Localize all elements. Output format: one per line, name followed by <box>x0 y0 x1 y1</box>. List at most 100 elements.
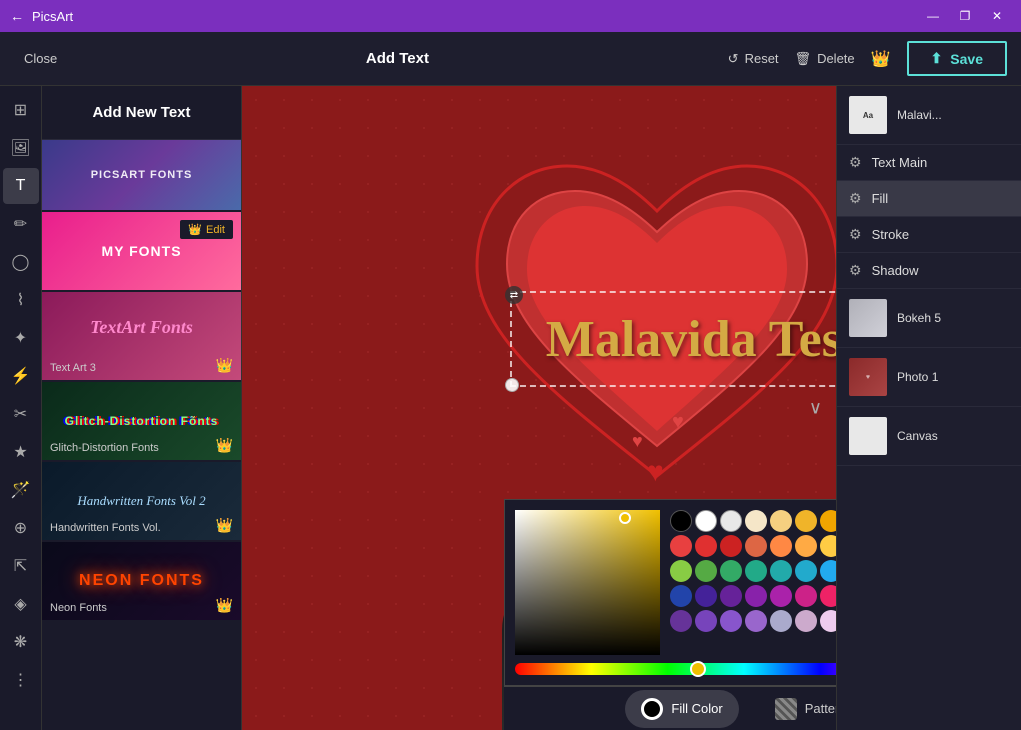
swatch-g1[interactable] <box>670 560 692 582</box>
swatch-r3[interactable] <box>720 535 742 557</box>
shadow-gear-icon: ⚙ <box>849 262 862 279</box>
photo1-layer-item[interactable]: ♥ Photo 1 <box>837 348 1021 407</box>
swatch-p7[interactable] <box>820 610 836 632</box>
swatch-b7[interactable] <box>820 585 836 607</box>
tool-wand[interactable]: 🪄 <box>3 472 39 508</box>
canvas-area[interactable]: ♥ ♥ ♥ Malavida Test ⇄ ↻ ↻ ∨ 360° <box>242 86 836 730</box>
gradient-handle[interactable] <box>619 512 631 524</box>
scale-bl-handle[interactable] <box>505 378 519 392</box>
glitch-crown-icon: 👑 <box>216 437 233 454</box>
fill-item[interactable]: ⚙ Fill <box>837 181 1021 217</box>
tool-effects[interactable]: ✦ <box>3 320 39 356</box>
textart-fonts-card[interactable]: TextArt Fonts Text Art 3 👑 <box>42 292 241 382</box>
canvas-layer-item[interactable]: Canvas <box>837 407 1021 466</box>
tool-more[interactable]: ⋮ <box>3 662 39 698</box>
neon-fonts-card[interactable]: NEON FONTS 👑 Neon Fonts <box>42 542 241 622</box>
my-fonts-card[interactable]: MY FONTS 👑 Edit <box>42 212 241 292</box>
swatch-p2[interactable] <box>695 610 717 632</box>
text-layer-item[interactable]: Aa Malavi... <box>837 86 1021 145</box>
swatch-g6[interactable] <box>795 560 817 582</box>
fill-color-tab[interactable]: Fill Color <box>625 690 738 728</box>
swatch-row-4 <box>670 585 836 607</box>
add-new-text-button[interactable]: Add New Text <box>42 86 241 140</box>
tool-icons-panel: ⊞ 🖼 T ✏ ◯ ⌇ ✦ ⚡ ✂ ★ 🪄 ⊕ ⇱ ◈ ❋ ⋮ <box>0 86 42 730</box>
tool-sticker[interactable]: ★ <box>3 434 39 470</box>
selected-text: Malavida Test <box>546 310 836 369</box>
reset-button[interactable]: ↺ Reset <box>728 51 779 67</box>
swatch-r2[interactable] <box>695 535 717 557</box>
hue-slider-handle[interactable] <box>690 661 706 677</box>
swatch-white[interactable] <box>695 510 717 532</box>
swatch-p3[interactable] <box>720 610 742 632</box>
maximize-button[interactable]: ❐ <box>951 5 979 27</box>
tool-image[interactable]: 🖼 <box>3 130 39 166</box>
swatch-yellow[interactable] <box>795 510 817 532</box>
swatch-r4[interactable] <box>745 535 767 557</box>
tool-clone[interactable]: ⊕ <box>3 510 39 546</box>
tool-transform[interactable]: ⇱ <box>3 548 39 584</box>
text-layer-label: Malavi... <box>897 108 1009 122</box>
color-gradient-box[interactable] <box>515 510 660 655</box>
swatch-g3[interactable] <box>720 560 742 582</box>
swatch-b6[interactable] <box>795 585 817 607</box>
stroke-item[interactable]: ⚙ Stroke <box>837 217 1021 253</box>
left-font-panel: Add New Text PICSART FONTS MY FONTS 👑 Ed… <box>42 86 242 730</box>
swatch-r6[interactable] <box>795 535 817 557</box>
pattern-label: Pattern <box>805 701 836 716</box>
swatch-g5[interactable] <box>770 560 792 582</box>
my-fonts-edit-button[interactable]: 👑 Edit <box>180 220 233 239</box>
tool-crop[interactable]: ✂ <box>3 396 39 432</box>
tool-adjust[interactable]: ⚡ <box>3 358 39 394</box>
pattern-tab[interactable]: Pattern <box>759 690 836 728</box>
swatch-cream[interactable] <box>745 510 767 532</box>
swatch-r7[interactable] <box>820 535 836 557</box>
hue-slider[interactable] <box>515 663 836 675</box>
swatch-b4[interactable] <box>745 585 767 607</box>
swatch-lightgray[interactable] <box>720 510 742 532</box>
small-heart-2: ♥ <box>672 411 684 434</box>
save-button[interactable]: ⬆ Save <box>907 41 1007 76</box>
swatch-p5[interactable] <box>770 610 792 632</box>
picsart-fonts-card[interactable]: PICSART FONTS <box>42 140 241 212</box>
swatch-lightyellow[interactable] <box>770 510 792 532</box>
canvas-scroll-down[interactable]: ∨ <box>809 398 822 419</box>
bokeh5-label: Bokeh 5 <box>897 311 1009 325</box>
swatch-p1[interactable] <box>670 610 692 632</box>
photo1-thumb: ♥ <box>849 358 887 396</box>
handwritten-fonts-card[interactable]: Handwritten Fonts Vol 2 👑 Handwritten Fo… <box>42 462 241 542</box>
delete-button[interactable]: 🗑 Delete <box>795 51 855 67</box>
close-button[interactable]: Close <box>14 45 67 72</box>
swatch-black[interactable] <box>670 510 692 532</box>
minimize-button[interactable]: — <box>919 5 947 27</box>
swatch-g7[interactable] <box>820 560 836 582</box>
window-close-button[interactable]: ✕ <box>983 5 1011 27</box>
swatch-g4[interactable] <box>745 560 767 582</box>
tool-star[interactable]: ❋ <box>3 624 39 660</box>
tool-grid[interactable]: ⊞ <box>3 92 39 128</box>
text-main-item[interactable]: ⚙ Text Main <box>837 145 1021 181</box>
swatch-p6[interactable] <box>795 610 817 632</box>
tool-shape[interactable]: ◯ <box>3 244 39 280</box>
tool-brush[interactable]: ⌇ <box>3 282 39 318</box>
tool-filter[interactable]: ◈ <box>3 586 39 622</box>
swatch-g2[interactable] <box>695 560 717 582</box>
shadow-item[interactable]: ⚙ Shadow <box>837 253 1021 289</box>
swatch-b5[interactable] <box>770 585 792 607</box>
swatch-r5[interactable] <box>770 535 792 557</box>
swatch-p4[interactable] <box>745 610 767 632</box>
bokeh5-layer-item[interactable]: Bokeh 5 <box>837 289 1021 348</box>
text-selection-box[interactable]: Malavida Test ⇄ ↻ ↻ <box>510 291 836 387</box>
glitch-fonts-card[interactable]: Glitch-Distortion Fõnts 👑 Glitch-Distort… <box>42 382 241 462</box>
swatch-r1[interactable] <box>670 535 692 557</box>
neon-crown-icon: 👑 <box>216 597 233 614</box>
photo1-label: Photo 1 <box>897 370 1009 384</box>
swatch-b3[interactable] <box>720 585 742 607</box>
swatch-b1[interactable] <box>670 585 692 607</box>
tool-draw[interactable]: ✏ <box>3 206 39 242</box>
tool-text[interactable]: T <box>3 168 39 204</box>
save-upload-icon: ⬆ <box>931 50 943 67</box>
swatch-amber[interactable] <box>820 510 836 532</box>
swatch-b2[interactable] <box>695 585 717 607</box>
handwritten-crown-icon: 👑 <box>216 517 233 534</box>
mirror-handle[interactable]: ⇄ <box>505 286 523 304</box>
